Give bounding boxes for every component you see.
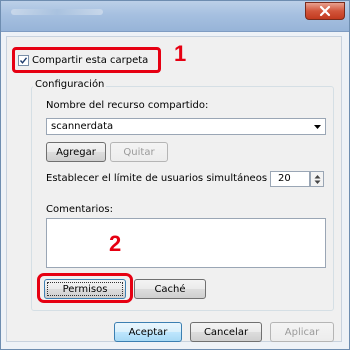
user-limit-value: 20 (278, 173, 291, 184)
settings-group-label: Configuración (33, 79, 107, 90)
cancel-button[interactable]: Cancelar (190, 322, 262, 342)
ok-button[interactable]: Aceptar (114, 322, 182, 342)
chevron-down-icon (314, 125, 321, 129)
user-limit-label: Establecer el límite de usuarios simultá… (46, 173, 287, 184)
step1-callout: 1 (174, 41, 187, 66)
close-button[interactable] (305, 2, 345, 20)
comments-textarea[interactable] (46, 218, 326, 268)
spin-arrows-icon (314, 175, 321, 184)
window-title-blurred (11, 9, 103, 15)
share-name-combobox[interactable]: scannerdata (46, 118, 326, 135)
cache-button[interactable]: Caché (134, 279, 206, 299)
user-limit-spinner[interactable] (310, 171, 324, 187)
step2-highlight-box (37, 273, 133, 303)
share-name-label: Nombre del recurso compartido: (46, 100, 209, 111)
step1-highlight-box (12, 47, 161, 73)
apply-button[interactable]: Aplicar (270, 322, 334, 342)
comments-label: Comentarios: (46, 204, 113, 215)
share-name-value: scannerdata (51, 121, 114, 132)
close-icon (319, 5, 331, 17)
add-button[interactable]: Agregar (46, 142, 106, 162)
remove-button[interactable]: Quitar (110, 142, 168, 162)
step2-callout: 2 (109, 231, 122, 256)
user-limit-input[interactable]: 20 (270, 171, 310, 187)
title-bar[interactable] (1, 1, 349, 32)
